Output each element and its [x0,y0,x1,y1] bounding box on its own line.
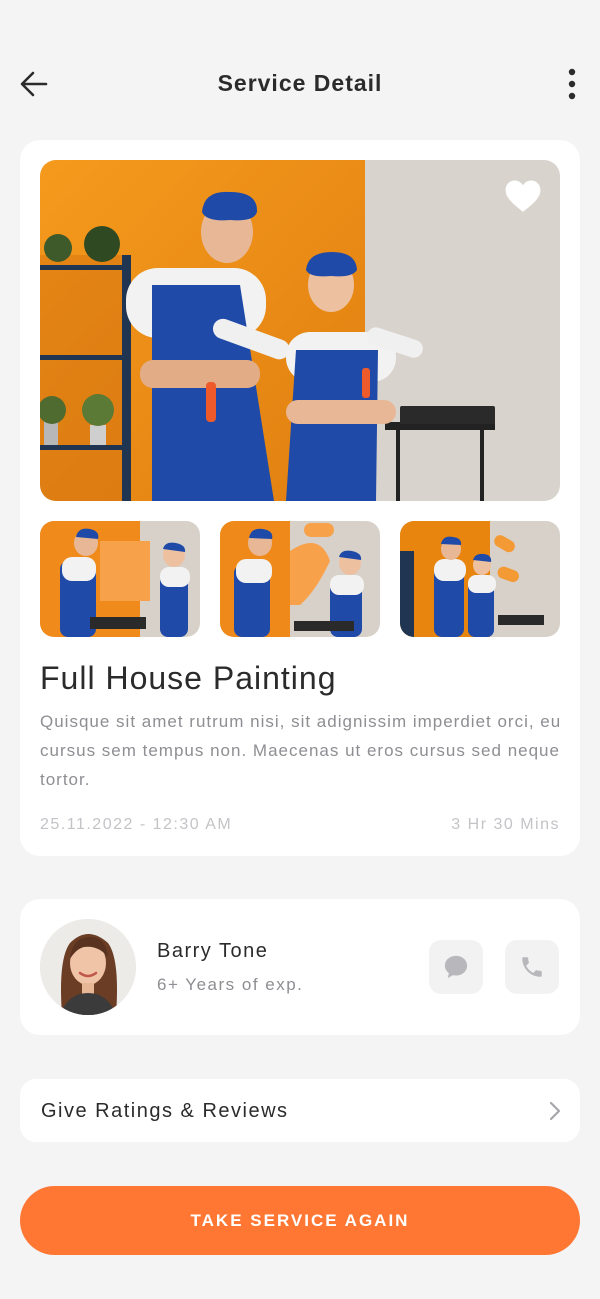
photo-painters-rollers [400,521,560,637]
photo-painters-posing [40,160,560,501]
top-bar: Service Detail [0,52,600,116]
more-vertical-icon [568,68,576,100]
service-date: 25.11.2022 - 12:30 AM [40,816,233,833]
provider-name: Barry Tone [157,940,269,962]
service-hero-image[interactable] [40,160,560,501]
chat-button[interactable] [429,940,483,994]
gallery-thumbnail[interactable] [40,521,200,637]
take-service-again-button[interactable]: TAKE SERVICE AGAIN [20,1186,580,1255]
phone-icon [522,957,542,977]
gallery-thumbnail[interactable] [400,521,560,637]
service-duration: 3 Hr 30 Mins [451,816,560,833]
provider-card: Barry Tone 6+ Years of exp. [20,899,580,1035]
service-title: Full House Painting [40,660,337,696]
favorite-button[interactable] [504,178,542,214]
provider-experience: 6+ Years of exp. [157,975,304,994]
page-title: Service Detail [217,70,383,96]
ratings-reviews-row[interactable]: Give Ratings & Reviews [20,1079,580,1142]
call-button[interactable] [505,940,559,994]
photo-roller-on-wall [220,521,380,637]
service-description: Quisque sit amet rutrum nisi, sit adigni… [40,712,562,789]
chevron-right-icon [549,1101,561,1121]
more-options-button[interactable] [558,66,586,102]
provider-avatar [40,919,136,1015]
photo-painting-wall [40,521,200,637]
gallery-thumbnail[interactable] [220,521,380,637]
heart-icon [505,180,541,212]
ratings-reviews-label: Give Ratings & Reviews [41,1100,289,1122]
service-card: Full House Painting Quisque sit amet rut… [20,140,580,856]
chat-bubble-icon [444,955,468,979]
